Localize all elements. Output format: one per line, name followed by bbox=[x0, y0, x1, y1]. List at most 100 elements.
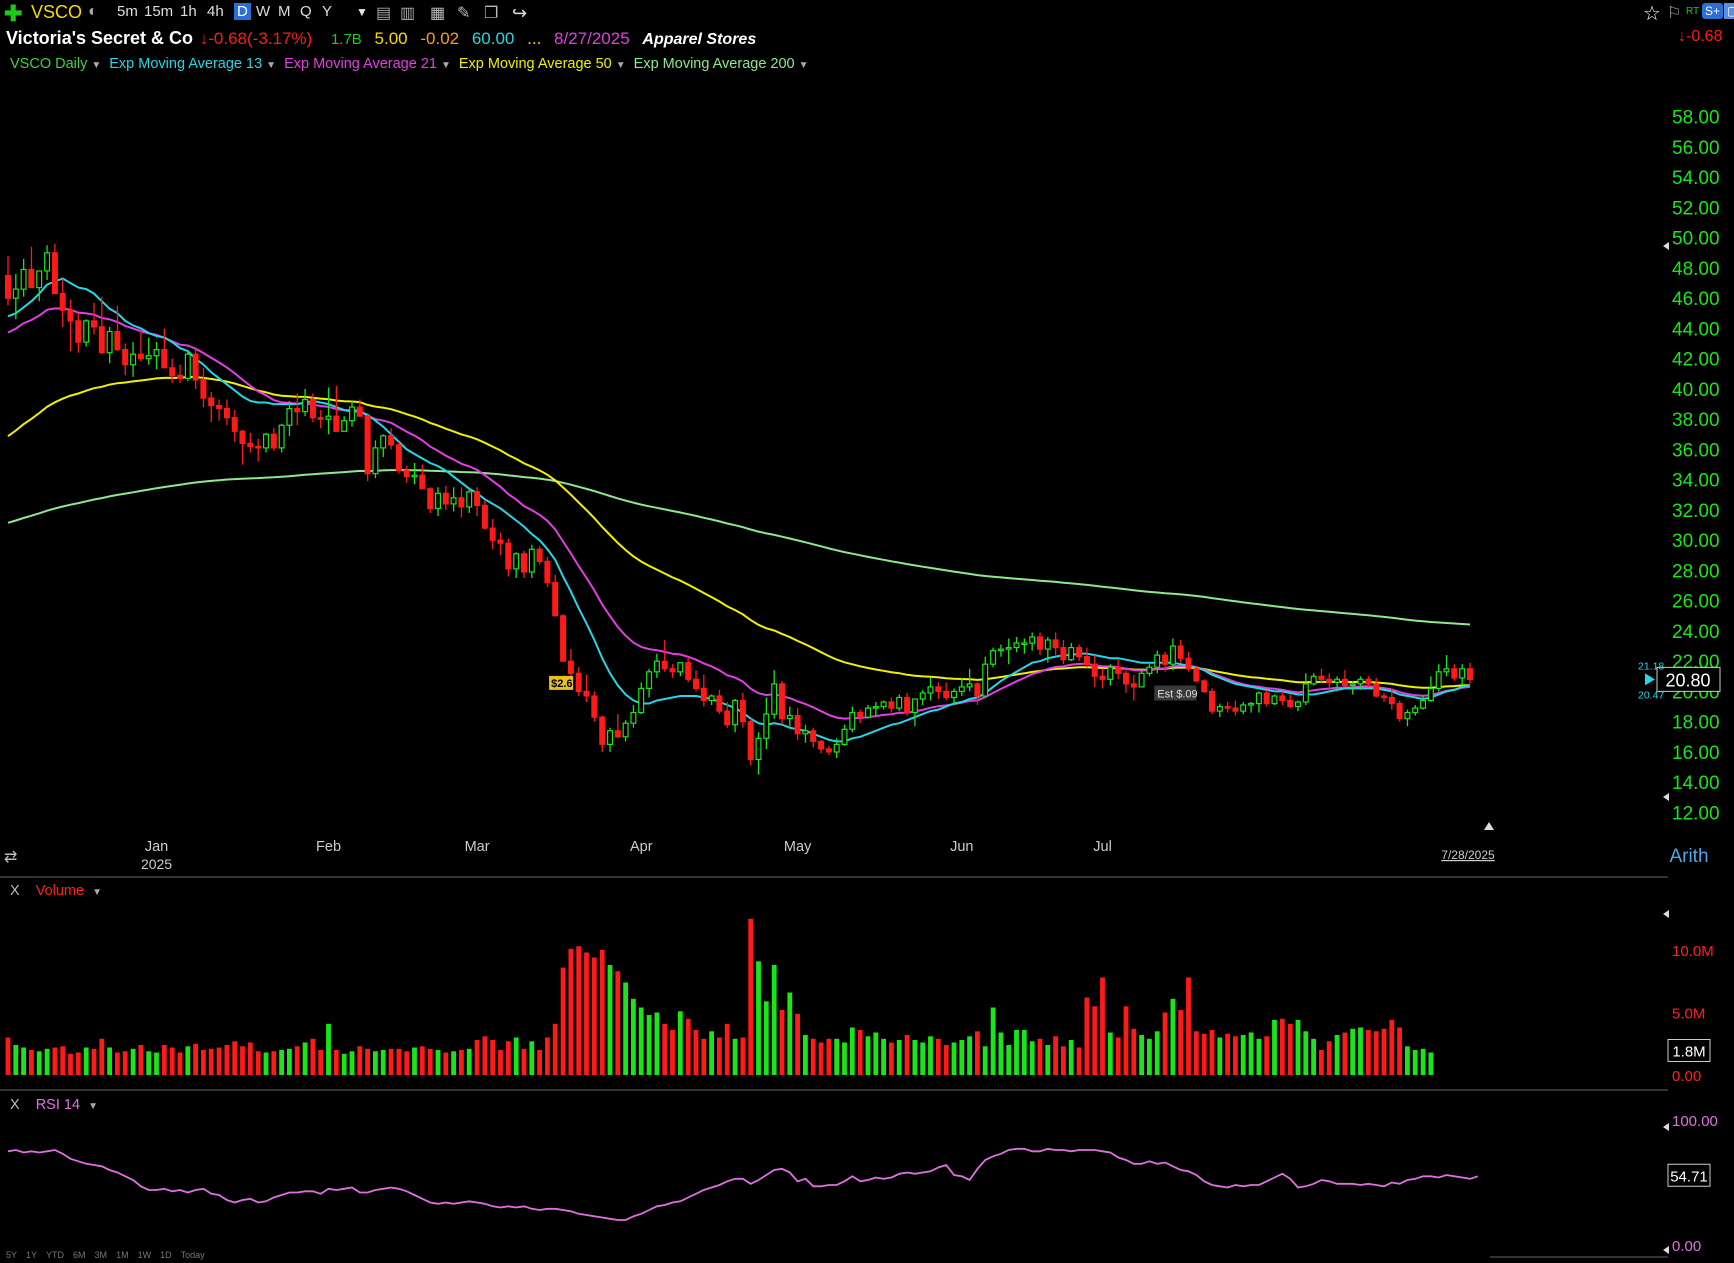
volume-bar bbox=[1107, 1032, 1113, 1075]
volume-bar bbox=[60, 1046, 66, 1076]
candle bbox=[341, 420, 348, 432]
candle bbox=[1341, 678, 1348, 686]
price-marker-arrow bbox=[1645, 673, 1655, 686]
volume-bar bbox=[1162, 1012, 1168, 1075]
zoom-3m[interactable]: 3M bbox=[95, 1250, 108, 1260]
volume-bar bbox=[1412, 1050, 1418, 1075]
volume-bar bbox=[1209, 1030, 1215, 1075]
candle bbox=[904, 696, 911, 714]
candle bbox=[888, 701, 895, 709]
month-tick: Jan bbox=[145, 839, 168, 855]
candle bbox=[778, 683, 785, 720]
volume-bar bbox=[1154, 1031, 1160, 1076]
volume-bar bbox=[365, 1048, 370, 1076]
candle bbox=[388, 435, 395, 446]
candle bbox=[1154, 654, 1161, 668]
price-tick: 46.00 bbox=[1672, 289, 1720, 310]
candle bbox=[638, 687, 645, 714]
volume-bar bbox=[990, 1007, 996, 1075]
zoom-5y[interactable]: 5Y bbox=[6, 1250, 17, 1260]
volume-bar bbox=[701, 1038, 707, 1076]
volume-bar bbox=[1428, 1052, 1434, 1075]
close-icon[interactable]: X bbox=[10, 1097, 20, 1113]
zoom-6m[interactable]: 6M bbox=[73, 1250, 86, 1260]
volume-bar bbox=[388, 1048, 394, 1076]
zoom-1y[interactable]: 1Y bbox=[26, 1250, 37, 1260]
zoom-ytd[interactable]: YTD bbox=[46, 1250, 64, 1260]
rsi-pane-label[interactable]: X RSI 14 ▼ bbox=[10, 1097, 98, 1113]
candle bbox=[1036, 636, 1043, 650]
volume-bar bbox=[599, 950, 605, 1075]
volume-bar bbox=[982, 1046, 988, 1076]
volume-bar bbox=[91, 1048, 97, 1076]
candle bbox=[1005, 646, 1012, 650]
price-tick: 48.00 bbox=[1672, 259, 1720, 280]
candle bbox=[1310, 675, 1317, 685]
volume-bar bbox=[310, 1038, 316, 1076]
candle bbox=[489, 527, 496, 541]
candle bbox=[708, 695, 715, 702]
price-tick: 54.00 bbox=[1672, 168, 1720, 189]
candle bbox=[481, 504, 488, 529]
volume-bar bbox=[810, 1038, 816, 1076]
candle bbox=[1396, 702, 1403, 720]
month-tick: Feb bbox=[316, 839, 341, 855]
volume-bar bbox=[333, 1050, 339, 1075]
candle bbox=[1279, 695, 1286, 702]
volume-bar bbox=[568, 948, 574, 1076]
cursor-icon: ⇄ bbox=[4, 849, 17, 866]
volume-bar bbox=[787, 992, 793, 1075]
candle bbox=[732, 699, 739, 726]
price-tick: 34.00 bbox=[1672, 471, 1720, 492]
volume-bar bbox=[185, 1046, 191, 1076]
volume-bar bbox=[154, 1052, 159, 1075]
zoom-today[interactable]: Today bbox=[181, 1250, 205, 1260]
volume-bar bbox=[83, 1047, 89, 1075]
zoom-1w[interactable]: 1W bbox=[138, 1250, 152, 1260]
candle bbox=[1013, 642, 1020, 649]
candle bbox=[364, 415, 371, 475]
candle bbox=[1099, 675, 1106, 680]
volume-bar bbox=[115, 1052, 120, 1075]
volume-bar bbox=[1225, 1033, 1230, 1076]
volume-pane-label[interactable]: X Volume ▼ bbox=[10, 883, 102, 899]
chevron-down-icon[interactable]: ▼ bbox=[88, 1101, 98, 1112]
volume-bar bbox=[1186, 977, 1191, 1075]
candle bbox=[67, 309, 74, 322]
candle bbox=[661, 660, 668, 670]
volume-bar bbox=[724, 1023, 730, 1076]
chevron-down-icon[interactable]: ▼ bbox=[92, 887, 102, 898]
price-tick: 18.00 bbox=[1672, 713, 1720, 734]
candle bbox=[802, 730, 809, 735]
volume-bar bbox=[943, 1045, 949, 1075]
candle bbox=[1459, 668, 1466, 679]
volume-bar bbox=[529, 1041, 535, 1076]
price-chart[interactable]: $2.6 Est $.09 58.00 56.00 54.00 52.00 50.00 48… bbox=[0, 0, 1734, 1263]
month-tick: Jun bbox=[950, 839, 973, 855]
candle bbox=[247, 442, 254, 447]
zoom-1d[interactable]: 1D bbox=[160, 1250, 172, 1260]
candle bbox=[411, 474, 418, 478]
volume-bar bbox=[1420, 1048, 1426, 1076]
scroll-down-icon bbox=[1663, 1246, 1669, 1254]
candle bbox=[200, 379, 207, 399]
zoom-1m[interactable]: 1M bbox=[116, 1250, 129, 1260]
volume-bar bbox=[505, 1041, 511, 1076]
volume-bar bbox=[1084, 997, 1090, 1075]
volume-bar bbox=[1068, 1040, 1074, 1075]
close-icon[interactable]: X bbox=[10, 883, 20, 899]
volume-bar bbox=[1287, 1023, 1293, 1076]
candle bbox=[419, 474, 426, 490]
volume-bar bbox=[1217, 1037, 1223, 1075]
volume-bar bbox=[763, 1001, 769, 1076]
candle bbox=[1357, 678, 1364, 685]
volume-bar bbox=[638, 1007, 644, 1075]
candle bbox=[818, 740, 825, 750]
candle bbox=[1138, 672, 1145, 688]
candle bbox=[1076, 646, 1083, 658]
scroll-up-icon bbox=[1663, 242, 1669, 250]
volume-bar bbox=[1092, 1006, 1098, 1076]
candle bbox=[28, 268, 35, 289]
volume-bar bbox=[373, 1051, 378, 1076]
candle bbox=[184, 353, 191, 380]
